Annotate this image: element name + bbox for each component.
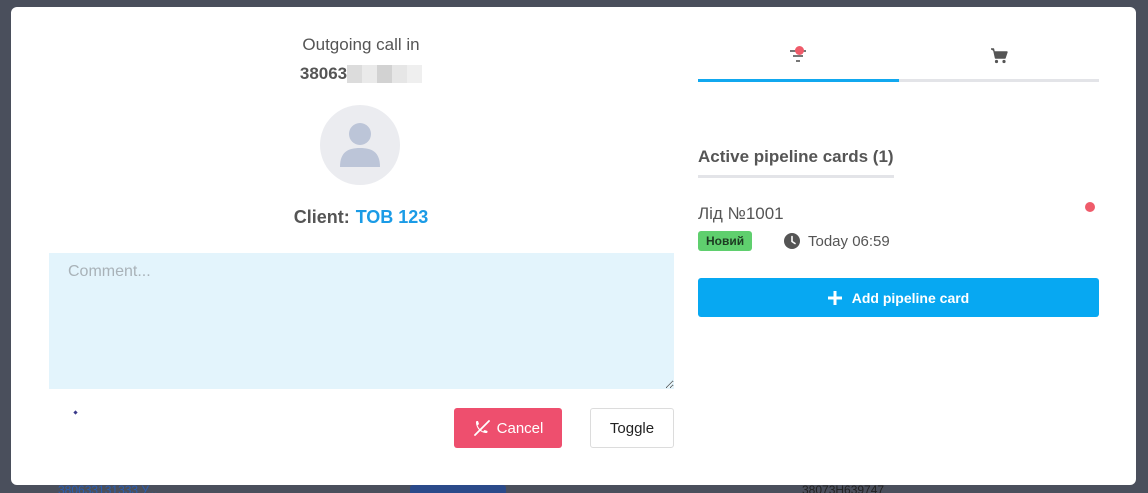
- plus-icon: [827, 290, 842, 305]
- avatar: [320, 105, 400, 185]
- add-pipeline-card-label: Add pipeline card: [851, 289, 970, 306]
- pipeline-card-indicator: [1085, 202, 1095, 212]
- client-name-link[interactable]: ТОВ 123: [356, 207, 429, 227]
- comment-input[interactable]: [49, 253, 674, 389]
- call-modal: Outgoing call in 38063 Client: ТОВ 123 Ca…: [11, 7, 1136, 485]
- hangup-icon: [473, 420, 490, 436]
- cart-icon: [990, 48, 1008, 64]
- side-tabs: [698, 42, 1099, 82]
- phone-number: 38063: [11, 64, 711, 84]
- pipeline-section-title: Active pipeline cards (1): [698, 147, 894, 178]
- phone-number-prefix: 38063: [299, 64, 348, 83]
- tab-filter[interactable]: [698, 42, 899, 82]
- user-icon: [340, 123, 380, 167]
- pipeline-card-name[interactable]: Лід №1001: [698, 204, 784, 224]
- pipeline-card-time: Today 06:59: [784, 231, 890, 251]
- notification-dot: [795, 46, 804, 55]
- tab-cart[interactable]: [898, 42, 1099, 82]
- clock-icon: [784, 233, 800, 249]
- pipeline-card-time-text: Today 06:59: [808, 232, 890, 250]
- client-label: Client:: [293, 207, 350, 227]
- client-info: Client: ТОВ 123: [11, 207, 711, 228]
- cancel-call-button[interactable]: Cancel: [454, 408, 562, 448]
- call-title: Outgoing call in: [302, 35, 420, 54]
- toggle-button[interactable]: Toggle: [590, 408, 674, 448]
- add-pipeline-card-button[interactable]: Add pipeline card: [698, 278, 1099, 317]
- background-role-badge: [410, 485, 506, 493]
- cancel-button-label: Cancel: [496, 419, 544, 437]
- status-mark: [73, 410, 78, 415]
- status-badge: Новий: [698, 231, 753, 251]
- phone-number-redacted: [347, 65, 423, 83]
